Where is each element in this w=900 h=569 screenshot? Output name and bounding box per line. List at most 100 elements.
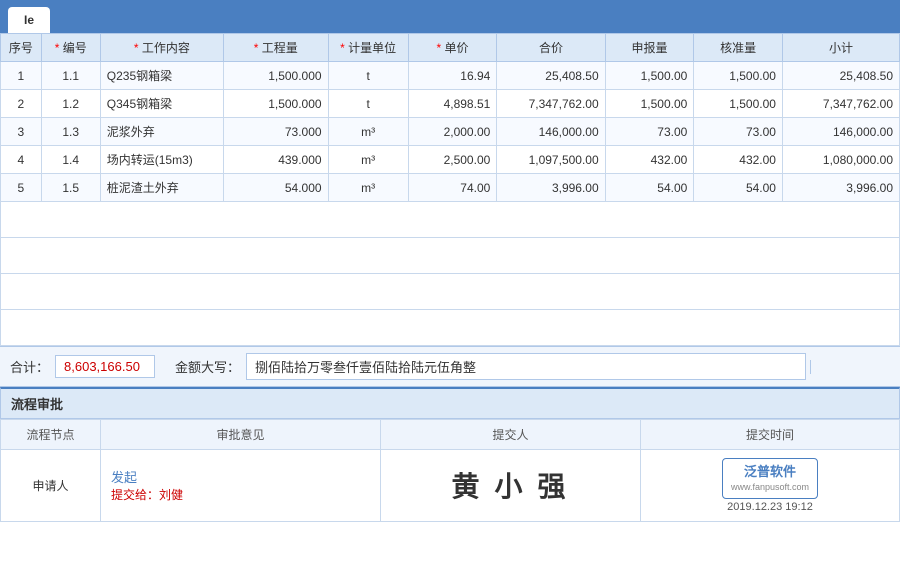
approval-col-node: 流程节点 bbox=[1, 420, 101, 450]
approval-row: 申请人 发起 提交给：刘健 黄 小 强 泛普软件 www.fanpusoft.c… bbox=[1, 450, 900, 522]
cell-seq: 1 bbox=[1, 62, 42, 90]
summary-bar: 合计： 8,603,166.50 金额大写： 捌佰陆拾万零叁仟壹佰陆拾陆元伍角整 bbox=[0, 346, 900, 387]
cell-price: 74.00 bbox=[408, 174, 497, 202]
header-subtotal: 小计 bbox=[782, 34, 899, 62]
table-row: 3 1.3 泥浆外弃 73.000 m³ 2,000.00 146,000.00… bbox=[1, 118, 900, 146]
nav-tabs: Ie bbox=[8, 0, 52, 33]
total-label: 合计： bbox=[10, 357, 55, 376]
cell-total: 146,000.00 bbox=[497, 118, 605, 146]
header-content: * 工作内容 bbox=[100, 34, 223, 62]
approval-header: 流程审批 bbox=[0, 387, 900, 419]
cell-total: 1,097,500.00 bbox=[497, 146, 605, 174]
empty-cell bbox=[1, 238, 900, 274]
cell-seq: 5 bbox=[1, 174, 42, 202]
cell-report-qty: 432.00 bbox=[605, 146, 694, 174]
header-unit: * 计量单位 bbox=[328, 34, 408, 62]
cell-subtotal: 146,000.00 bbox=[782, 118, 899, 146]
approval-submit-info: 发起 提交给：刘健 bbox=[101, 450, 381, 522]
cell-price: 2,500.00 bbox=[408, 146, 497, 174]
tab-main[interactable]: Ie bbox=[8, 7, 50, 33]
tab-main-label: Ie bbox=[24, 13, 34, 27]
header-price: * 单价 bbox=[408, 34, 497, 62]
approval-col-submitter: 提交人 bbox=[381, 420, 641, 450]
cell-approved-qty: 432.00 bbox=[694, 146, 783, 174]
approval-col-opinion: 审批意见 bbox=[101, 420, 381, 450]
cell-content: 泥浆外弃 bbox=[100, 118, 223, 146]
cell-unit: t bbox=[328, 90, 408, 118]
cell-price: 16.94 bbox=[408, 62, 497, 90]
header-code: * 编号 bbox=[41, 34, 100, 62]
empty-row bbox=[1, 310, 900, 346]
table-row: 2 1.2 Q345钢箱梁 1,500.000 t 4,898.51 7,347… bbox=[1, 90, 900, 118]
top-nav-bar: Ie bbox=[0, 0, 900, 33]
cell-quantity: 1,500.000 bbox=[223, 62, 328, 90]
cell-subtotal: 7,347,762.00 bbox=[782, 90, 899, 118]
logo-main: 泛普软件 bbox=[731, 463, 809, 481]
timestamp: 2019.12.23 19:12 bbox=[651, 501, 889, 513]
cell-content: Q235钢箱梁 bbox=[100, 62, 223, 90]
cell-subtotal: 25,408.50 bbox=[782, 62, 899, 90]
summary-spacer bbox=[810, 360, 890, 374]
main-content: 序号 * 编号 * 工作内容 * 工程量 * 计量单位 * 单价 合价 申报量 bbox=[0, 33, 900, 522]
timestamp-cell: 泛普软件 www.fanpusoft.com 2019.12.23 19:12 bbox=[641, 450, 900, 522]
cell-quantity: 54.000 bbox=[223, 174, 328, 202]
cell-report-qty: 73.00 bbox=[605, 118, 694, 146]
cell-quantity: 1,500.000 bbox=[223, 90, 328, 118]
approval-header-row: 流程节点 审批意见 提交人 提交时间 bbox=[1, 420, 900, 450]
cell-code: 1.3 bbox=[41, 118, 100, 146]
approval-col-time: 提交时间 bbox=[641, 420, 900, 450]
submit-start: 发起 bbox=[111, 467, 370, 486]
header-report: 申报量 bbox=[605, 34, 694, 62]
total-value: 8,603,166.50 bbox=[55, 355, 155, 378]
cell-seq: 4 bbox=[1, 146, 42, 174]
cell-quantity: 73.000 bbox=[223, 118, 328, 146]
cell-price: 2,000.00 bbox=[408, 118, 497, 146]
cell-price: 4,898.51 bbox=[408, 90, 497, 118]
cell-quantity: 439.000 bbox=[223, 146, 328, 174]
table-row: 1 1.1 Q235钢箱梁 1,500.000 t 16.94 25,408.5… bbox=[1, 62, 900, 90]
empty-row bbox=[1, 238, 900, 274]
empty-cell bbox=[1, 202, 900, 238]
cell-approved-qty: 1,500.00 bbox=[694, 90, 783, 118]
header-code-label: 编号 bbox=[59, 41, 86, 55]
cell-unit: m³ bbox=[328, 174, 408, 202]
cell-subtotal: 3,996.00 bbox=[782, 174, 899, 202]
signature: 黄 小 强 bbox=[381, 450, 641, 522]
header-approved: 核准量 bbox=[694, 34, 783, 62]
submit-to: 提交给：刘健 bbox=[111, 486, 370, 503]
cell-subtotal: 1,080,000.00 bbox=[782, 146, 899, 174]
logo-sub: www.fanpusoft.com bbox=[731, 481, 809, 494]
cell-total: 7,347,762.00 bbox=[497, 90, 605, 118]
cell-code: 1.1 bbox=[41, 62, 100, 90]
cell-content: 场内转运(15m3) bbox=[100, 146, 223, 174]
header-quantity: * 工程量 bbox=[223, 34, 328, 62]
watermark-logo: 泛普软件 www.fanpusoft.com bbox=[722, 458, 818, 499]
big-amount-value: 捌佰陆拾万零叁仟壹佰陆拾陆元伍角整 bbox=[246, 353, 806, 380]
cell-report-qty: 1,500.00 bbox=[605, 62, 694, 90]
empty-row bbox=[1, 274, 900, 310]
big-amount-label: 金额大写： bbox=[175, 357, 246, 376]
cell-report-qty: 54.00 bbox=[605, 174, 694, 202]
cell-seq: 3 bbox=[1, 118, 42, 146]
cell-content: Q345钢箱梁 bbox=[100, 90, 223, 118]
approval-section: 流程审批 流程节点 审批意见 提交人 提交时间 申请人 发起 提交给：刘健 黄 … bbox=[0, 387, 900, 522]
empty-cell bbox=[1, 274, 900, 310]
approval-table: 流程节点 审批意见 提交人 提交时间 申请人 发起 提交给：刘健 黄 小 强 泛… bbox=[0, 419, 900, 522]
cell-seq: 2 bbox=[1, 90, 42, 118]
approval-node: 申请人 bbox=[1, 450, 101, 522]
empty-cell bbox=[1, 310, 900, 346]
cell-code: 1.4 bbox=[41, 146, 100, 174]
cell-approved-qty: 73.00 bbox=[694, 118, 783, 146]
header-seq: 序号 bbox=[1, 34, 42, 62]
table-row: 5 1.5 桩泥渣土外弃 54.000 m³ 74.00 3,996.00 54… bbox=[1, 174, 900, 202]
header-total: 合价 bbox=[497, 34, 605, 62]
cell-approved-qty: 1,500.00 bbox=[694, 62, 783, 90]
cell-unit: m³ bbox=[328, 146, 408, 174]
empty-row bbox=[1, 202, 900, 238]
cell-total: 25,408.50 bbox=[497, 62, 605, 90]
cell-code: 1.2 bbox=[41, 90, 100, 118]
cell-content: 桩泥渣土外弃 bbox=[100, 174, 223, 202]
cell-code: 1.5 bbox=[41, 174, 100, 202]
cell-unit: t bbox=[328, 62, 408, 90]
table-row: 4 1.4 场内转运(15m3) 439.000 m³ 2,500.00 1,0… bbox=[1, 146, 900, 174]
